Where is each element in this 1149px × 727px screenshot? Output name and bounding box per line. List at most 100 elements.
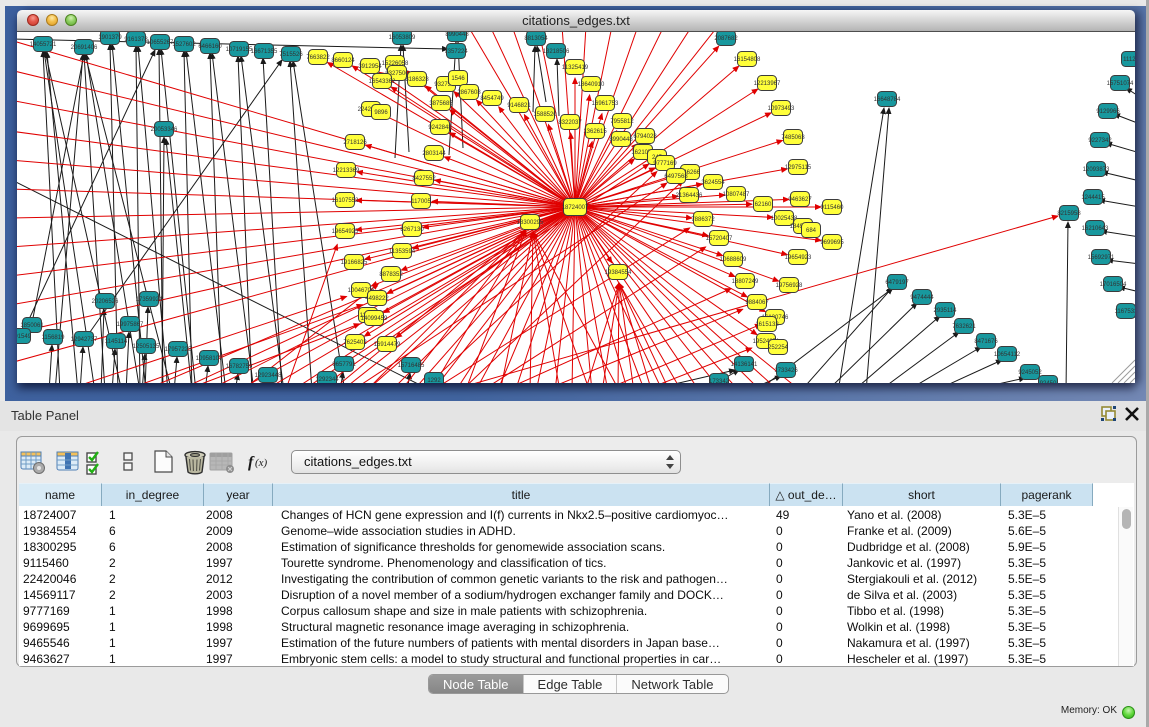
svg-text:9474444: 9474444	[910, 295, 934, 301]
svg-text:10719155: 10719155	[226, 47, 253, 53]
svg-text:9227342: 9227342	[1088, 138, 1112, 144]
svg-text:8878352: 8878352	[379, 272, 403, 278]
svg-text:1292344: 1292344	[315, 377, 339, 383]
svg-text:13218506: 13218506	[543, 49, 570, 55]
svg-text:16107552: 16107552	[332, 198, 359, 204]
svg-text:1901379: 1901379	[98, 35, 122, 41]
svg-text:21364436: 21364436	[676, 193, 703, 199]
svg-text:9896: 9896	[374, 110, 388, 116]
svg-text:12093873: 12093873	[1083, 167, 1110, 173]
svg-text:9129966: 9129966	[1096, 109, 1120, 115]
svg-text:8813054: 8813054	[524, 36, 548, 42]
svg-text:173342: 173342	[709, 379, 730, 383]
svg-text:7515526: 7515526	[279, 52, 303, 58]
svg-text:1588520: 1588520	[533, 112, 557, 118]
svg-text:6479197: 6479197	[885, 280, 909, 286]
svg-text:12975115: 12975115	[785, 165, 812, 171]
svg-text:14136141: 14136141	[731, 362, 758, 368]
svg-text:6497568: 6497568	[664, 174, 688, 180]
svg-text:2867608: 2867608	[457, 90, 481, 96]
svg-text:9777169: 9777169	[653, 161, 677, 167]
svg-text:(x): (x)	[255, 457, 268, 469]
svg-text:2935114: 2935114	[934, 308, 958, 314]
svg-text:15716485: 15716485	[398, 363, 425, 369]
svg-text:1733426: 1733426	[774, 368, 798, 374]
svg-text:1546: 1546	[451, 76, 465, 82]
svg-text:f: f	[248, 454, 255, 471]
svg-text:11125: 11125	[1123, 57, 1135, 63]
svg-text:9699695: 9699695	[820, 240, 844, 246]
svg-text:16210643: 16210643	[1082, 226, 1109, 232]
svg-text:1292: 1292	[427, 378, 441, 383]
svg-text:6794028: 6794028	[633, 134, 657, 140]
svg-text:8215958: 8215958	[1057, 211, 1081, 217]
svg-text:8990448: 8990448	[445, 32, 469, 38]
svg-text:17957225: 17957225	[165, 347, 192, 353]
svg-text:252254: 252254	[768, 345, 789, 351]
svg-text:18300295: 18300295	[517, 220, 544, 226]
svg-text:12213967: 12213967	[754, 81, 781, 87]
svg-text:9115460: 9115460	[821, 205, 845, 211]
svg-text:9242848: 9242848	[428, 125, 452, 131]
svg-text:11353594: 11353594	[389, 249, 416, 255]
svg-text:1615132: 1615132	[755, 322, 779, 328]
svg-text:16543362: 16543362	[369, 79, 396, 85]
svg-text:8990448: 8990448	[609, 137, 633, 143]
svg-text:7886372: 7886372	[691, 217, 715, 223]
svg-text:9884067: 9884067	[745, 300, 769, 306]
svg-text:16154808: 16154808	[734, 57, 761, 63]
svg-text:6466160: 6466160	[198, 44, 222, 50]
svg-text:20691406: 20691406	[71, 45, 98, 51]
svg-text:10807487: 10807487	[723, 192, 750, 198]
svg-text:1244415: 1244415	[1081, 195, 1105, 201]
svg-text:8427552: 8427552	[412, 176, 436, 182]
svg-text:20053346: 20053346	[151, 127, 178, 133]
svg-text:1156819: 1156819	[42, 335, 66, 341]
svg-text:8186328: 8186328	[405, 77, 429, 83]
svg-text:9657791: 9657791	[332, 362, 356, 368]
svg-text:7485063: 7485063	[781, 135, 805, 141]
svg-text:19975867: 19975867	[117, 322, 144, 328]
svg-text:391549: 391549	[17, 334, 32, 340]
svg-text:10655267: 10655267	[147, 40, 174, 46]
svg-text:117005: 117005	[411, 199, 431, 205]
svg-text:10958107: 10958107	[196, 356, 223, 362]
svg-text:9146821: 9146821	[507, 103, 531, 109]
svg-text:19654925: 19654925	[332, 229, 359, 235]
svg-text:9161378: 9161378	[124, 37, 148, 43]
svg-text:8471676: 8471676	[974, 339, 998, 345]
svg-text:8267130: 8267130	[400, 227, 424, 233]
svg-text:18640910: 18640910	[578, 82, 605, 88]
svg-text:7632621: 7632621	[952, 324, 976, 330]
svg-text:12213369: 12213369	[333, 168, 360, 174]
svg-text:10654112: 10654112	[994, 352, 1021, 358]
svg-text:14055721: 14055721	[30, 42, 57, 48]
svg-text:1362615: 1362615	[583, 129, 607, 135]
svg-text:8660124: 8660124	[331, 58, 355, 64]
svg-text:684: 684	[806, 228, 817, 234]
svg-text:1145114: 1145114	[105, 339, 128, 345]
svg-text:7663822: 7663822	[306, 55, 330, 61]
svg-text:1527602: 1527602	[172, 42, 196, 48]
svg-text:4498222: 4498222	[365, 296, 389, 302]
svg-text:8322037: 8322037	[558, 120, 582, 126]
svg-text:12942737: 12942737	[71, 337, 98, 343]
svg-text:16914479: 16914479	[374, 342, 401, 348]
svg-text:2087682: 2087682	[714, 36, 738, 42]
svg-text:3624554: 3624554	[701, 180, 725, 186]
svg-text:3875685: 3875685	[429, 101, 453, 107]
svg-text:9463627: 9463627	[788, 197, 812, 203]
svg-text:7955812: 7955812	[610, 119, 634, 125]
svg-text:18807249: 18807249	[732, 279, 759, 285]
svg-text:19384554: 19384554	[605, 270, 632, 276]
svg-text:7625402: 7625402	[343, 340, 367, 346]
svg-text:1167533: 1167533	[1115, 309, 1135, 315]
svg-text:15751074: 15751074	[1107, 81, 1134, 87]
svg-text:14099459: 14099459	[361, 316, 388, 322]
svg-text:19756928: 19756928	[776, 283, 803, 289]
svg-text:16053809: 16053809	[389, 35, 416, 41]
svg-text:9245052: 9245052	[1018, 370, 1042, 376]
svg-text:8454749: 8454749	[480, 96, 504, 102]
svg-text:19654923: 19654923	[785, 255, 812, 261]
svg-text:10688609: 10688609	[720, 257, 747, 263]
